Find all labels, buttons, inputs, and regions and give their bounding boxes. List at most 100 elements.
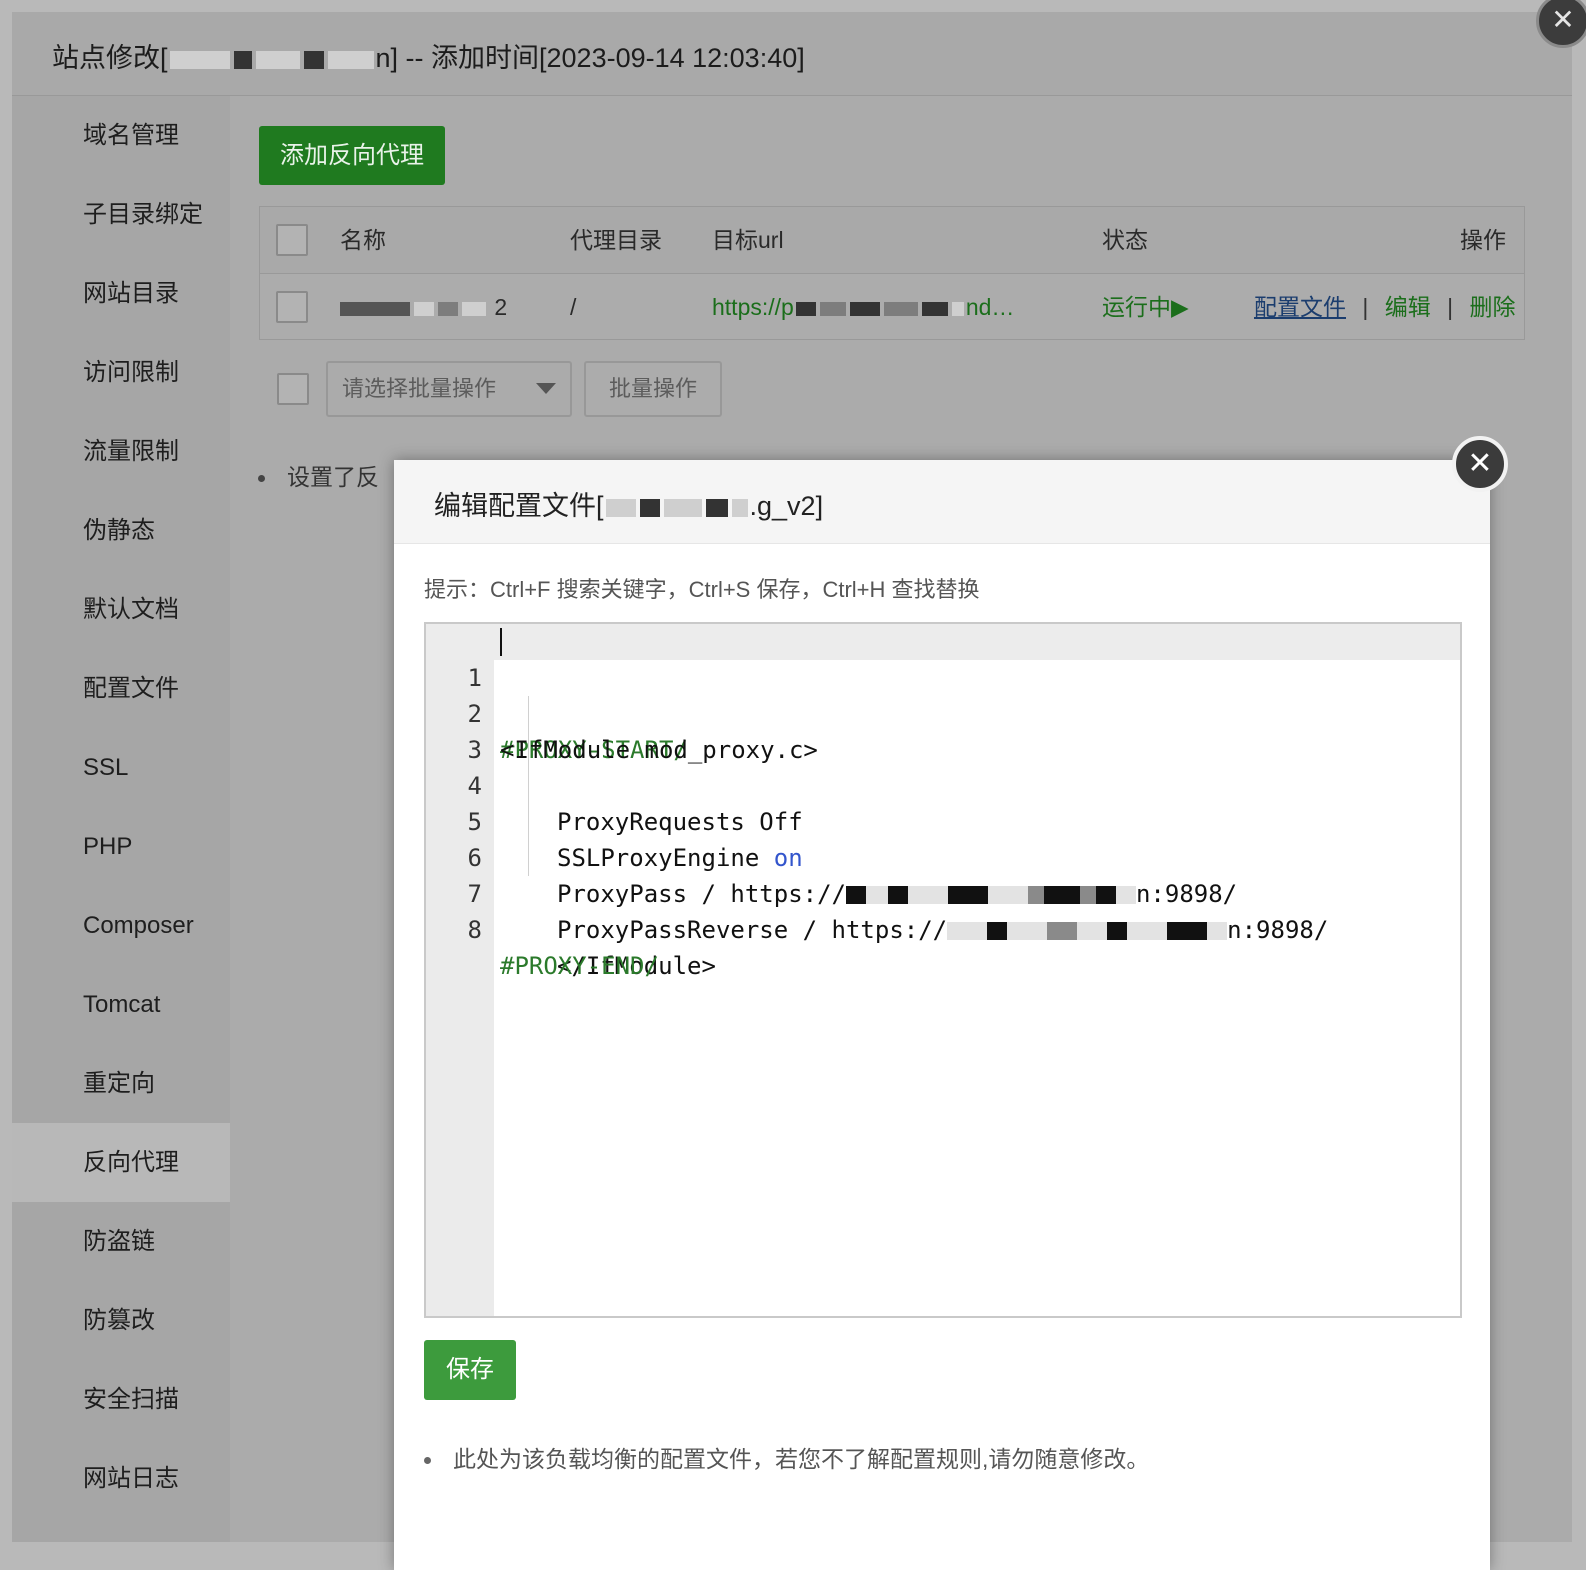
redacted-block <box>819 301 846 316</box>
redacted-block <box>303 50 324 69</box>
sidebar-item-security-scan[interactable]: 安全扫描 <box>12 1360 230 1439</box>
batch-select-placeholder: 请选择批量操作 <box>342 376 497 401</box>
sidebar-item-subdir-binding[interactable]: 子目录绑定 <box>12 175 230 254</box>
save-button[interactable]: 保存 <box>424 1340 516 1400</box>
sidebar-item-site-directory[interactable]: 网站目录 <box>12 254 230 333</box>
sidebar-item-ssl[interactable]: SSL <box>12 728 230 807</box>
redacted-block <box>1107 922 1128 940</box>
sidebar-item-tomcat[interactable]: Tomcat <box>12 965 230 1044</box>
sidebar-item-config-file[interactable]: 配置文件 <box>12 649 230 728</box>
redacted-block <box>327 50 374 69</box>
action-separator: | <box>1362 294 1369 320</box>
redacted-block <box>951 301 964 316</box>
batch-operation-button[interactable]: 批量操作 <box>584 361 722 417</box>
target-url-suffix: nd… <box>965 294 1015 320</box>
target-url-prefix: https://p <box>712 294 794 320</box>
redacted-block <box>849 301 880 316</box>
column-header-name: 名称 <box>340 227 386 253</box>
code-text: ProxyPassReverse / https:// n:9898/ <box>557 912 1328 948</box>
site-window-title: 站点修改[ n] -- 添加时间[2023-09-14 12:03:40] <box>52 36 805 75</box>
batch-checkbox[interactable] <box>277 373 309 405</box>
modal-header: 编辑配置文件[.g_v2] <box>394 460 1490 544</box>
batch-operation-select[interactable]: 请选择批量操作 <box>326 361 572 417</box>
config-warning-text: 此处为该负载均衡的配置文件，若您不了解配置规则,请勿随意修改。 <box>453 1446 1150 1472</box>
redacted-block <box>883 301 918 316</box>
redacted-block <box>639 498 660 517</box>
redacted-block <box>947 922 988 940</box>
redacted-block <box>605 498 636 517</box>
config-file-link[interactable]: 配置文件 <box>1254 294 1346 320</box>
sidebar-item-composer[interactable]: Composer <box>12 886 230 965</box>
config-code-editor[interactable]: 1 #PROXY-START/ 2 <IfModule mod_proxy.c>… <box>424 622 1462 1318</box>
sidebar-item-access-limit[interactable]: 访问限制 <box>12 333 230 412</box>
redacted-block <box>1077 922 1108 940</box>
redacted-block <box>1207 922 1228 940</box>
sidebar-item-default-doc[interactable]: 默认文档 <box>12 570 230 649</box>
code-line: 4 SSLProxyEngine on <box>426 732 1460 872</box>
redacted-block <box>705 498 728 517</box>
bullet-icon <box>258 475 265 483</box>
select-all-checkbox[interactable] <box>276 224 308 256</box>
code-line: 1 #PROXY-START/ <box>426 624 1460 764</box>
code-line: 2 <IfModule mod_proxy.c> <box>426 660 1460 764</box>
sidebar-item-php[interactable]: PHP <box>12 807 230 886</box>
action-separator: | <box>1447 294 1454 320</box>
bullet-icon <box>424 1457 431 1465</box>
site-title-prefix: 站点修改[ <box>52 43 168 73</box>
redacted-block <box>462 301 486 316</box>
edit-config-modal: 编辑配置文件[.g_v2] 提示：Ctrl+F 搜索关键字，Ctrl+S 保存，… <box>394 460 1490 1570</box>
text-cursor <box>500 628 502 656</box>
close-icon[interactable]: ✕ <box>1452 436 1508 492</box>
code-line: 8 #PROXY-END/ <box>426 876 1460 980</box>
sidebar-item-rewrite[interactable]: 伪静态 <box>12 491 230 570</box>
site-title-suffix: n] -- 添加时间[2023-09-14 12:03:40] <box>375 43 805 73</box>
sidebar-item-traffic-limit[interactable]: 流量限制 <box>12 412 230 491</box>
sidebar-item-domain[interactable]: 域名管理 <box>12 96 230 175</box>
redacted-block <box>1167 922 1208 940</box>
indent-guide <box>528 804 529 840</box>
sidebar-item-hotlink-protection[interactable]: 防盗链 <box>12 1202 230 1281</box>
shortcut-hint: 提示：Ctrl+F 搜索关键字，Ctrl+S 保存，Ctrl+H 查找替换 <box>424 577 980 602</box>
redacted-block <box>233 50 252 69</box>
edit-link[interactable]: 编辑 <box>1385 294 1431 320</box>
modal-title-suffix: .g_v2] <box>749 491 824 521</box>
indent-guide <box>528 732 529 768</box>
proxy-table: 名称 代理目录 目标url 状态 操作 2 / https://p nd… 运行中… <box>259 206 1525 340</box>
sidebar-item-tamper-protection[interactable]: 防篡改 <box>12 1281 230 1360</box>
indent-guide <box>528 768 529 804</box>
sidebar-item-redirect[interactable]: 重定向 <box>12 1044 230 1123</box>
add-reverse-proxy-button[interactable]: 添加反向代理 <box>259 126 445 185</box>
modal-title: 编辑配置文件[.g_v2] <box>434 484 823 523</box>
proxy-dir: / <box>570 294 577 320</box>
redacted-block <box>921 301 948 316</box>
code-line: 7 </IfModule> <box>426 840 1460 980</box>
code-text: #PROXY-END/ <box>500 952 659 980</box>
redacted-block <box>731 498 748 517</box>
sidebar-item-reverse-proxy[interactable]: 反向代理 <box>12 1123 230 1202</box>
indent-guide <box>528 840 529 876</box>
row-checkbox[interactable] <box>276 291 308 323</box>
proxy-status-running[interactable]: 运行中▶ <box>1102 274 1189 341</box>
delete-link[interactable]: 删除 <box>1470 294 1516 320</box>
indent-guide <box>528 696 529 732</box>
table-row: 2 / https://p nd… 运行中▶ 配置文件 | 编辑 | 删除 <box>260 274 1524 341</box>
sidebar-item-site-log[interactable]: 网站日志 <box>12 1439 230 1518</box>
column-header-actions: 操作 <box>1460 227 1506 253</box>
redacted-block <box>169 50 230 69</box>
proxy-name: 2 <box>338 274 507 341</box>
site-settings-sidebar: 域名管理 子目录绑定 网站目录 访问限制 流量限制 伪静态 默认文档 配置文件 … <box>12 96 230 1542</box>
code-line: 5 ProxyPass / https://n:9898/ <box>426 768 1460 908</box>
redacted-block <box>1007 922 1048 940</box>
code-directive: ProxyPassReverse / https:// <box>557 916 948 944</box>
redacted-block <box>255 50 300 69</box>
redacted-block <box>1047 922 1078 940</box>
proxy-name-tail: 2 <box>494 294 508 320</box>
config-warning-note: 此处为该负载均衡的配置文件，若您不了解配置规则,请勿随意修改。 <box>424 1440 1149 1474</box>
row-actions: 配置文件 | 编辑 | 删除 <box>1254 274 1516 341</box>
proxy-note-text: 设置了反 <box>287 464 379 490</box>
code-line: 3 ProxyRequests Off <box>426 696 1460 836</box>
redacted-block <box>438 301 458 316</box>
redacted-block <box>663 498 702 517</box>
proxy-table-header: 名称 代理目录 目标url 状态 操作 <box>260 207 1524 274</box>
column-header-target-url: 目标url <box>712 227 784 253</box>
